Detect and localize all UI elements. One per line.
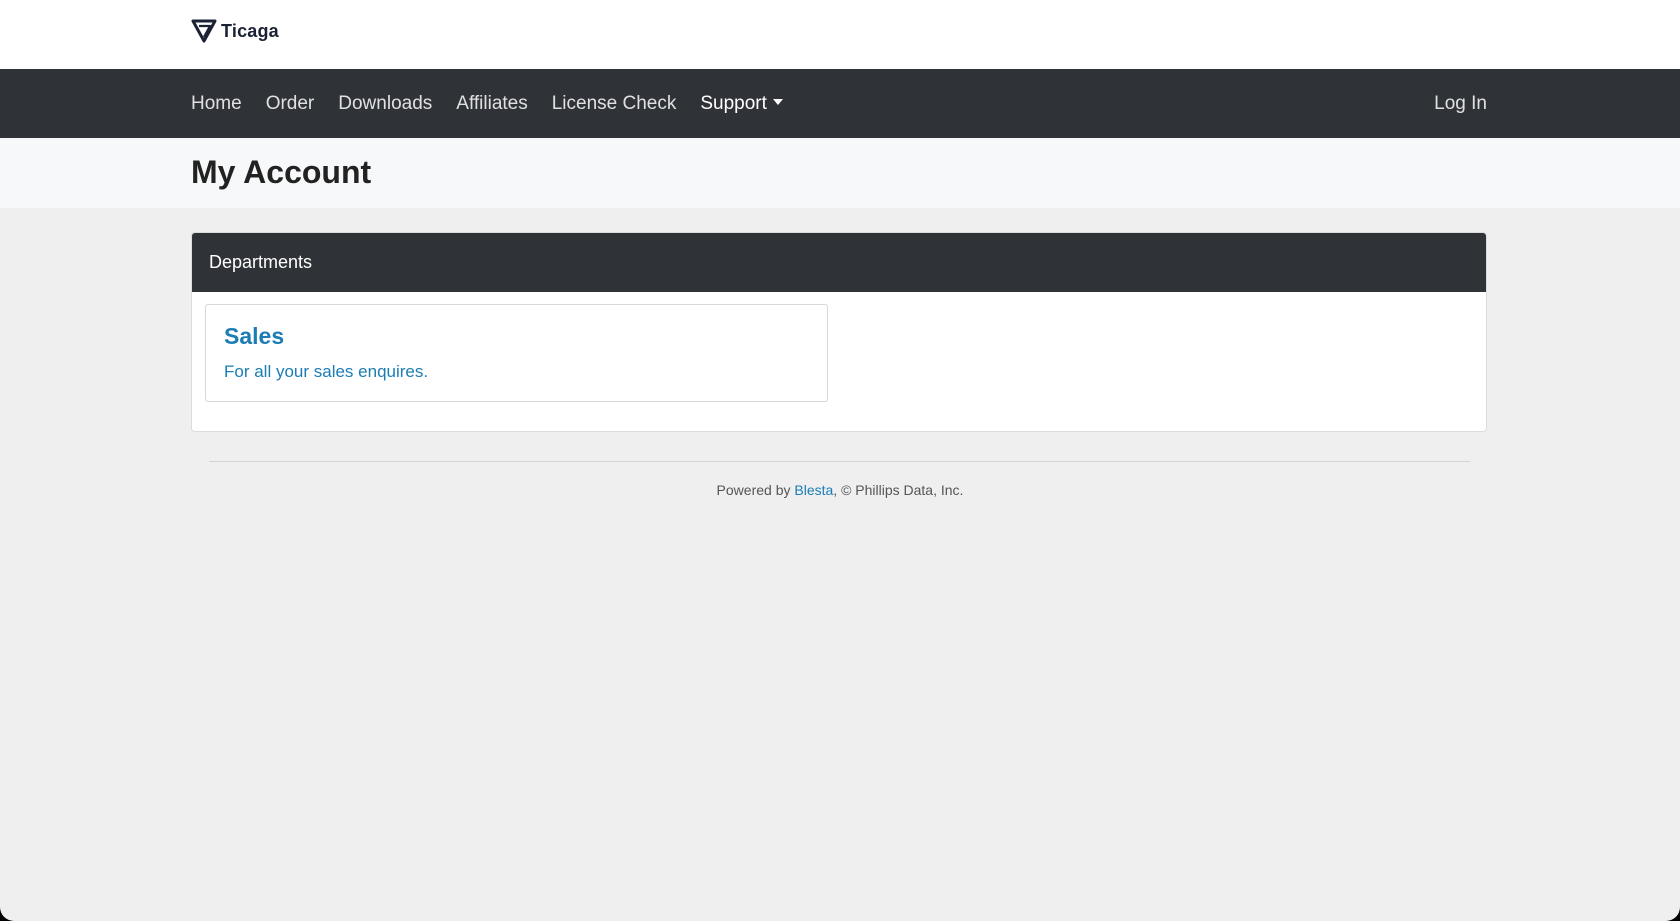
nav-license-check[interactable]: License Check (552, 93, 677, 115)
title-band: My Account (0, 138, 1680, 208)
department-name[interactable]: Sales (224, 323, 284, 350)
departments-panel: Departments Sales For all your sales enq… (191, 232, 1487, 432)
nav-affiliates[interactable]: Affiliates (456, 93, 527, 115)
departments-header: Departments (192, 233, 1486, 292)
footer-prefix: Powered by (716, 482, 795, 498)
nav-support-dropdown[interactable]: Support (700, 93, 783, 115)
brand-logo[interactable]: Ticaga (191, 19, 279, 43)
page-title: My Account (191, 154, 372, 190)
footer-suffix: , © Phillips Data, Inc. (833, 482, 964, 498)
main-navbar: Home Order Downloads Affiliates License … (0, 69, 1680, 138)
nav-home[interactable]: Home (191, 93, 242, 115)
login-link[interactable]: Log In (1434, 93, 1487, 115)
footer: Powered by Blesta, © Phillips Data, Inc. (0, 482, 1680, 498)
caret-down-icon (772, 98, 783, 105)
brand-name: Ticaga (221, 20, 279, 41)
top-header: Ticaga (0, 0, 1680, 69)
blesta-link[interactable]: Blesta (794, 482, 833, 498)
department-description[interactable]: For all your sales enquires. (224, 362, 428, 382)
ticaga-logo-icon (191, 19, 217, 43)
page: Ticaga Home Order Downloads Affiliates L… (0, 0, 1680, 921)
nav-downloads[interactable]: Downloads (338, 93, 432, 115)
nav-support-label: Support (700, 92, 767, 114)
nav-menu: Home Order Downloads Affiliates License … (191, 69, 807, 138)
footer-divider (209, 461, 1470, 462)
department-card-sales[interactable]: Sales For all your sales enquires. (205, 304, 828, 402)
nav-right: Log In (1434, 69, 1487, 138)
nav-order[interactable]: Order (266, 93, 315, 115)
